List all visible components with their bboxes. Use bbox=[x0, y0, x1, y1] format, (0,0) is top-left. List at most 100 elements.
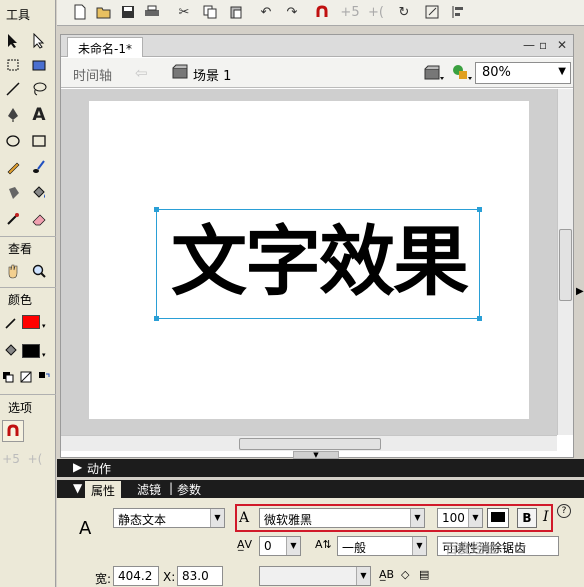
free-transform-tool-icon[interactable] bbox=[2, 54, 24, 76]
stage[interactable]: 文字效果 bbox=[89, 101, 529, 419]
tab-filters[interactable]: 滤镜 bbox=[137, 481, 161, 498]
font-family-select[interactable]: 微软雅黑 ▼ bbox=[259, 508, 425, 528]
document-window: 未命名-1* — ▫ ✕ 时间轴 ⇦ 场景 1 80% ▼ 文字效果 ▼ bbox=[60, 34, 574, 459]
line-tool-icon[interactable] bbox=[2, 78, 24, 100]
letter-spacing-field[interactable]: 0 ▼ bbox=[259, 536, 301, 556]
timeline-toggle[interactable]: 时间轴 bbox=[73, 65, 112, 84]
text-color-button[interactable] bbox=[487, 508, 509, 528]
expand-arrow-icon: ▶ bbox=[73, 460, 83, 474]
document-tab[interactable]: 未命名-1* bbox=[67, 37, 143, 57]
align-icon[interactable] bbox=[449, 3, 467, 21]
tools-divider bbox=[0, 236, 56, 237]
rectangle-tool-icon[interactable] bbox=[28, 130, 50, 152]
redo-icon[interactable]: ↷ bbox=[283, 3, 301, 21]
text-object[interactable]: 文字效果 bbox=[154, 207, 482, 321]
zoom-value: 80% bbox=[482, 65, 511, 80]
chevron-down-icon: ▼ bbox=[468, 509, 482, 527]
collapse-arrow-icon[interactable]: ▼ bbox=[73, 481, 82, 495]
help-button[interactable]: ? bbox=[557, 504, 571, 518]
eyedropper-tool-icon[interactable] bbox=[2, 208, 24, 230]
gradient-transform-tool-icon[interactable] bbox=[28, 54, 50, 76]
tab-parameters[interactable]: 参数 bbox=[177, 481, 201, 498]
oval-tool-icon[interactable] bbox=[2, 130, 24, 152]
expand-arrow-icon[interactable]: ▶ bbox=[576, 286, 584, 297]
lasso-tool-icon[interactable] bbox=[28, 78, 50, 100]
scale-icon[interactable] bbox=[423, 3, 441, 21]
horizontal-scroll-thumb[interactable] bbox=[239, 438, 381, 450]
black-white-icon[interactable] bbox=[0, 366, 16, 388]
text-type-select[interactable]: 静态文本 ▼ bbox=[113, 508, 225, 528]
tools-divider bbox=[0, 287, 56, 288]
tools-divider bbox=[0, 394, 56, 395]
vertical-scroll-thumb[interactable] bbox=[559, 229, 572, 301]
selectable-icon[interactable]: A̲B bbox=[379, 568, 394, 581]
width-field[interactable]: 404.2 bbox=[113, 566, 159, 586]
selection-handle[interactable] bbox=[477, 316, 482, 321]
print-icon[interactable] bbox=[143, 3, 161, 21]
main-toolbar: ✂ ↶ ↷ +5 +( ↻ bbox=[57, 0, 584, 26]
x-field[interactable]: 83.0 bbox=[177, 566, 223, 586]
properties-panel-header: ▼ 属性 滤镜 | 参数 bbox=[57, 480, 584, 499]
selection-tool-icon[interactable] bbox=[2, 30, 24, 52]
paste-icon[interactable] bbox=[227, 3, 245, 21]
selection-handle[interactable] bbox=[154, 207, 159, 212]
swatch-dropdown-icon: ▾ bbox=[42, 322, 46, 330]
actions-panel-header[interactable]: ▶ 动作 bbox=[57, 459, 584, 477]
stroke-color-swatch[interactable] bbox=[22, 315, 40, 329]
restore-icon[interactable]: ▫ bbox=[539, 38, 547, 52]
open-file-icon[interactable] bbox=[95, 3, 113, 21]
edit-scene-icon[interactable] bbox=[423, 63, 445, 83]
tab-separator: | bbox=[169, 481, 174, 495]
selection-handle[interactable] bbox=[477, 207, 482, 212]
cut-icon[interactable]: ✂ bbox=[175, 3, 193, 21]
width-value: 404.2 bbox=[118, 569, 153, 583]
baseline-icon: A⇅ bbox=[315, 538, 332, 551]
pen-tool-icon[interactable] bbox=[2, 104, 24, 126]
close-icon[interactable]: ✕ bbox=[557, 38, 567, 52]
hand-tool-icon[interactable] bbox=[2, 260, 24, 282]
html-icon[interactable]: ◇ bbox=[401, 568, 409, 581]
zoom-select[interactable]: 80% ▼ bbox=[475, 62, 571, 84]
new-file-icon[interactable] bbox=[71, 3, 89, 21]
tab-properties[interactable]: 属性 bbox=[85, 481, 122, 499]
snap-magnet-icon[interactable] bbox=[313, 3, 331, 21]
copy-icon[interactable] bbox=[201, 3, 219, 21]
pencil-tool-icon[interactable] bbox=[2, 156, 24, 178]
rotate-icon[interactable]: ↻ bbox=[395, 3, 413, 21]
text-tool-icon[interactable]: A bbox=[28, 104, 50, 126]
save-icon[interactable] bbox=[119, 3, 137, 21]
zoom-tool-icon[interactable] bbox=[28, 260, 50, 282]
selection-handle[interactable] bbox=[154, 316, 159, 321]
chevron-down-icon: ▼ bbox=[558, 66, 566, 77]
brush-tool-icon[interactable] bbox=[28, 156, 50, 178]
italic-button[interactable]: I bbox=[543, 509, 549, 525]
subselection-tool-icon[interactable] bbox=[28, 30, 50, 52]
no-color-icon[interactable] bbox=[18, 366, 34, 388]
ink-bottle-tool-icon[interactable] bbox=[2, 182, 24, 204]
paint-bucket-tool-icon[interactable] bbox=[28, 182, 50, 204]
undo-icon[interactable]: ↶ bbox=[257, 3, 275, 21]
swatch-dropdown-icon: ▾ bbox=[42, 351, 46, 359]
width-label: 宽: bbox=[95, 572, 112, 586]
letter-spacing-value: 0 bbox=[264, 539, 272, 553]
swap-colors-icon[interactable] bbox=[36, 366, 52, 388]
text-type-value: 静态文本 bbox=[118, 513, 167, 527]
straighten-toolbar-icon: +( bbox=[368, 4, 384, 20]
letter-spacing-icon: A̲V bbox=[237, 538, 253, 551]
font-size-value: 100 bbox=[442, 511, 465, 525]
options-section-label: 选项 bbox=[8, 401, 33, 415]
horizontal-scrollbar[interactable] bbox=[61, 435, 557, 451]
bold-button[interactable]: B bbox=[517, 508, 537, 528]
smooth-toolbar-icon: +5 bbox=[340, 4, 360, 20]
edit-symbols-icon[interactable] bbox=[451, 63, 473, 83]
border-icon[interactable]: ▤ bbox=[419, 568, 429, 581]
snap-to-objects-icon[interactable] bbox=[2, 420, 24, 442]
minimize-icon[interactable]: — bbox=[523, 38, 535, 52]
fill-color-swatch[interactable] bbox=[22, 344, 40, 358]
baseline-select[interactable]: 一般 ▼ bbox=[337, 536, 427, 556]
eraser-tool-icon[interactable] bbox=[28, 208, 50, 230]
vertical-scrollbar[interactable] bbox=[557, 89, 573, 435]
font-size-field[interactable]: 100 ▼ bbox=[437, 508, 483, 528]
url-field[interactable]: ▼ bbox=[259, 566, 371, 586]
panel-collapse-handle[interactable]: ▼ bbox=[293, 451, 339, 459]
